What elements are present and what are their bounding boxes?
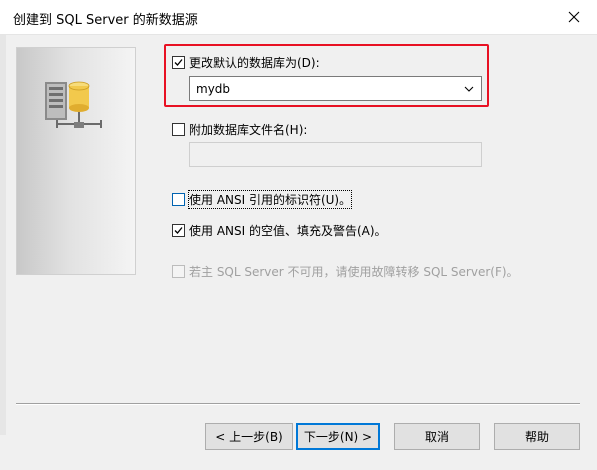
failover-server-checkbox [172, 265, 185, 278]
checkmark-icon [174, 227, 183, 234]
database-server-icon [45, 81, 102, 128]
attach-db-file-label: 附加数据库文件名(H): [189, 123, 308, 137]
cancel-button[interactable]: 取消 [394, 423, 480, 450]
ansi-nulls-label: 使用 ANSI 的空值、填充及警告(A)。 [189, 224, 387, 238]
default-db-value: mydb [196, 81, 231, 96]
checkmark-icon [174, 59, 183, 66]
next-button[interactable]: 下一步(N) > [296, 423, 380, 450]
failover-server-option: 若主 SQL Server 不可用，请使用故障转移 SQL Server(F)。 [172, 263, 519, 280]
default-db-select[interactable]: mydb [189, 76, 482, 101]
ansi-nulls-option[interactable]: 使用 ANSI 的空值、填充及警告(A)。 [172, 222, 387, 239]
failover-server-label: 若主 SQL Server 不可用，请使用故障转移 SQL Server(F)。 [189, 265, 519, 279]
change-default-db-checkbox[interactable] [172, 56, 185, 69]
attach-db-file-option[interactable]: 附加数据库文件名(H): [172, 121, 307, 138]
ansi-quoted-identifiers-checkbox[interactable] [172, 193, 185, 206]
ansi-nulls-checkbox[interactable] [172, 224, 185, 237]
title-bar: 创建到 SQL Server 的新数据源 [0, 0, 597, 35]
ansi-quoted-identifiers-label: 使用 ANSI 引用的标识符(U)。 [187, 190, 353, 209]
attach-db-file-input [189, 142, 482, 167]
chevron-down-icon[interactable] [457, 86, 481, 92]
ansi-quoted-identifiers-option[interactable]: 使用 ANSI 引用的标识符(U)。 [172, 190, 353, 209]
close-icon [568, 11, 580, 23]
back-button[interactable]: < 上一步(B) [205, 423, 293, 450]
change-default-db-option[interactable]: 更改默认的数据库为(D): [172, 54, 320, 71]
window-title: 创建到 SQL Server 的新数据源 [13, 13, 198, 28]
footer-separator [16, 403, 580, 405]
help-button[interactable]: 帮助 [494, 423, 580, 450]
change-default-db-label: 更改默认的数据库为(D): [189, 56, 320, 70]
wizard-image-panel [16, 47, 136, 275]
background-window-edge [0, 35, 6, 435]
attach-db-file-checkbox[interactable] [172, 123, 185, 136]
close-button[interactable] [551, 0, 597, 34]
